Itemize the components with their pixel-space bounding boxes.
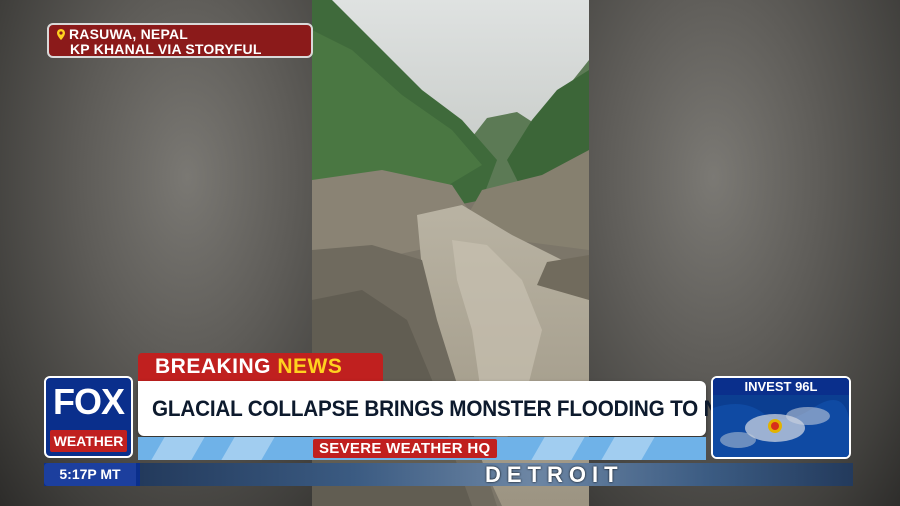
bar-stripe — [531, 437, 585, 460]
fox-weather-logo: FOX WEATHER — [44, 376, 133, 458]
bar-stripe — [151, 437, 205, 460]
broadcast-frame: RASUWA, NEPAL KP KHANAL VIA STORYFUL BRE… — [0, 0, 900, 506]
news-label: NEWS — [277, 355, 343, 378]
headline-text: GLACIAL COLLAPSE BRINGS MONSTER FLOODING… — [152, 396, 772, 421]
bar-stripe — [601, 437, 655, 460]
location-tag: RASUWA, NEPAL KP KHANAL VIA STORYFUL — [47, 23, 313, 58]
severe-weather-bar: SEVERE WEATHER HQ — [138, 437, 706, 460]
bar-stripe — [221, 437, 275, 460]
invest-label: INVEST 96L — [713, 378, 849, 395]
time-display: 5:17P MT — [44, 463, 136, 486]
logo-fox-text: FOX — [52, 381, 125, 422]
bottom-ticker: 5:17P MT DETROIT — [44, 463, 853, 486]
invest-96l-box: INVEST 96L — [711, 376, 851, 459]
city-skyline-banner: DETROIT — [140, 463, 853, 486]
city-name: DETROIT — [485, 463, 624, 486]
breaking-label: BREAKING — [155, 355, 272, 378]
video-credit: KP KHANAL VIA STORYFUL — [70, 41, 262, 57]
location-pin-icon — [57, 29, 65, 40]
location-name: RASUWA, NEPAL — [69, 26, 189, 42]
logo-weather-text: WEATHER — [50, 430, 127, 452]
breaking-news-tab: BREAKING NEWS — [138, 353, 383, 381]
severe-weather-label: SEVERE WEATHER HQ — [313, 439, 497, 458]
headline-bar: GLACIAL COLLAPSE BRINGS MONSTER FLOODING… — [138, 381, 772, 436]
